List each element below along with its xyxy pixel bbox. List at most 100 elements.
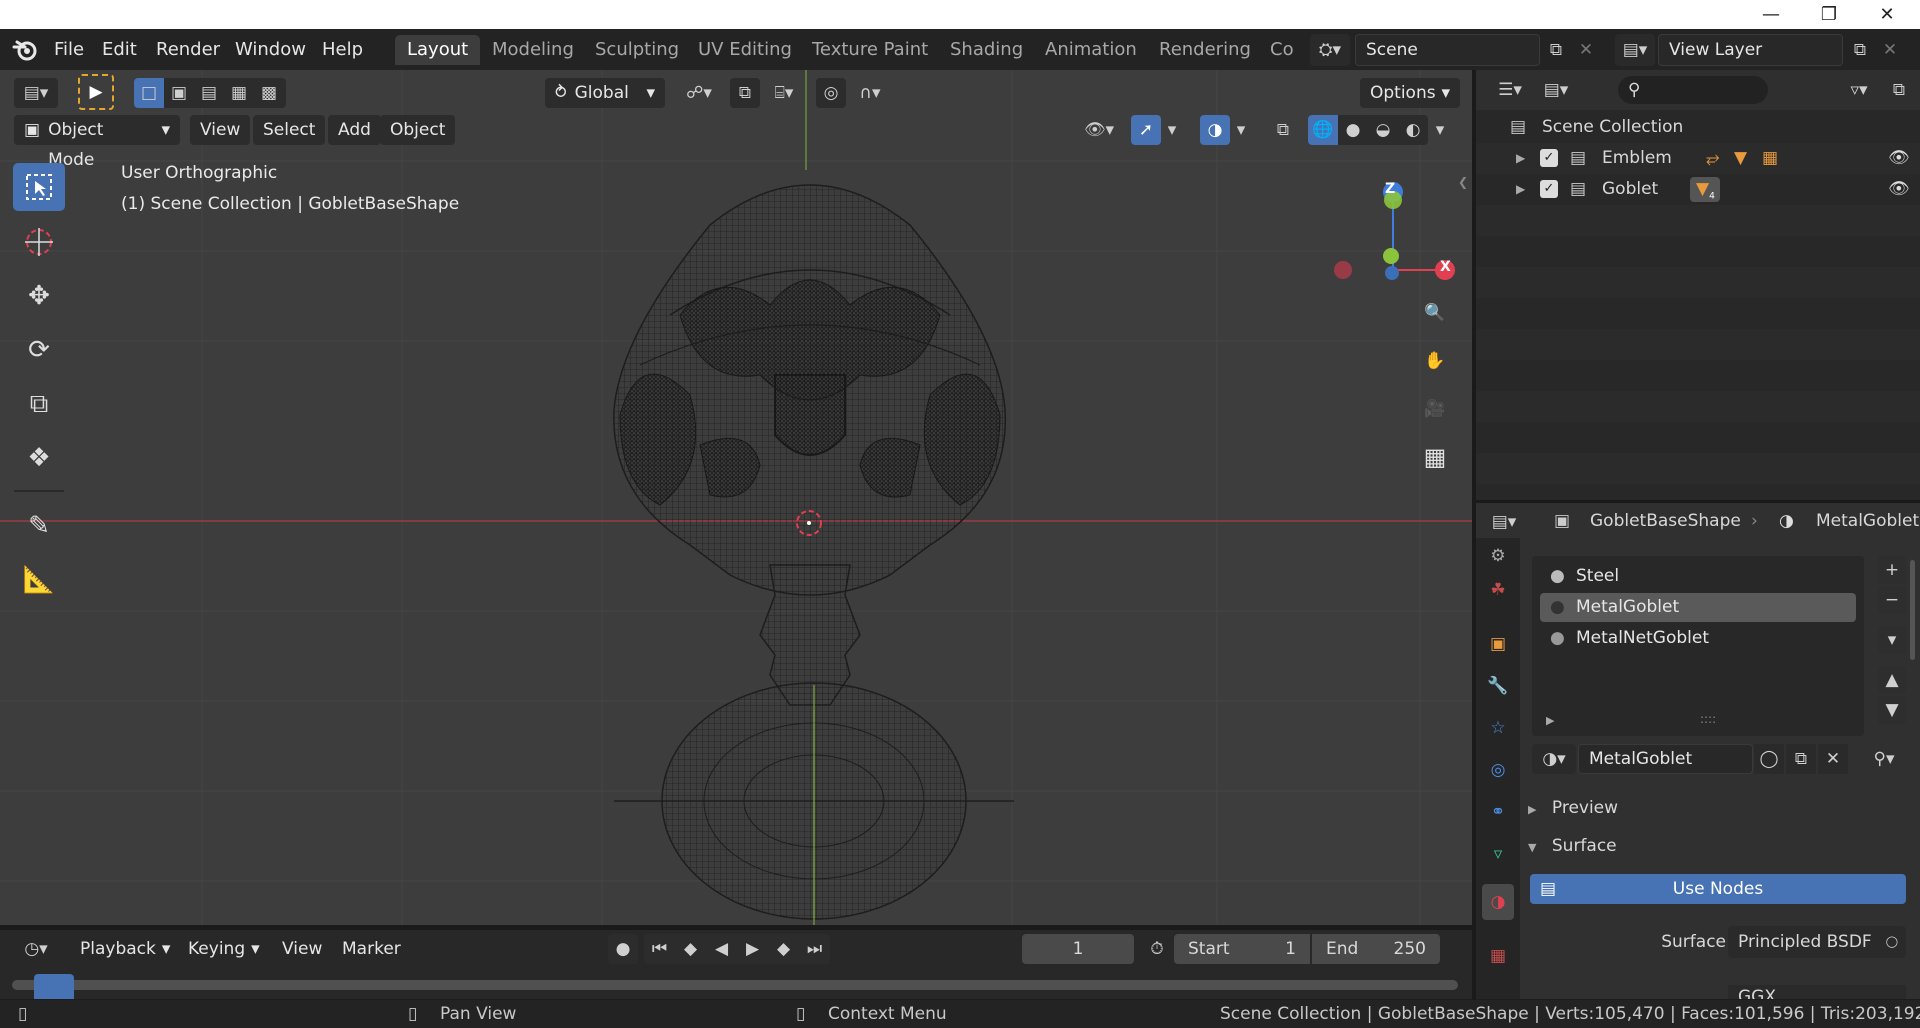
timeline-editor-type-icon[interactable]: ◷▾	[14, 934, 58, 964]
tool-settings-icon[interactable]: ▶	[78, 74, 114, 110]
preview-range-icon[interactable]: ⏱	[1142, 934, 1172, 964]
menu-file[interactable]: File	[46, 37, 92, 63]
surface-shader-dropdown[interactable]: Principled BSDF ◯	[1728, 926, 1906, 958]
display-mode-icon[interactable]: ▤▾	[1536, 76, 1576, 104]
3d-viewport[interactable]: ▤▾ ▶ □ ▣ ▤ ▦ ▩ ⥁ Global ▾ ☍▾ ⧉ ⌸▾ ◎ ∩▾ O…	[0, 70, 1472, 925]
solid-shading-icon[interactable]: ●	[1338, 115, 1368, 145]
jump-end-icon[interactable]: ⏭	[799, 934, 830, 964]
pan-hand-icon[interactable]: ✋	[1414, 340, 1456, 382]
move-tool-icon[interactable]: ✥	[13, 272, 65, 320]
play-icon[interactable]: ▶	[737, 934, 768, 964]
select-box-tool[interactable]	[13, 163, 65, 211]
tab-animation[interactable]: Animation	[1033, 35, 1149, 65]
slot-specials-icon[interactable]: ▾	[1878, 626, 1906, 654]
list-resize-handle[interactable]: ::::	[1700, 712, 1716, 726]
view-layer-name-field[interactable]: View Layer	[1658, 34, 1843, 66]
gizmo-y-axis[interactable]	[1383, 248, 1399, 264]
zoom-icon[interactable]: 🔍	[1414, 292, 1456, 334]
view-layer-selector-icon[interactable]: ▤▾	[1615, 34, 1655, 66]
snap-toggle-icon[interactable]: ⧉	[730, 78, 760, 108]
add-slot-icon[interactable]: +	[1878, 556, 1906, 584]
distribution-dropdown[interactable]: GGX	[1728, 985, 1906, 999]
texture-tab-icon[interactable]: ▦	[1482, 938, 1514, 974]
outliner-row-goblet[interactable]: ▶ ✓ ▤ Goblet ▼4 👁	[1476, 174, 1920, 205]
play-reverse-icon[interactable]: ◀	[706, 934, 737, 964]
delete-view-layer-icon[interactable]: ✕	[1876, 34, 1904, 66]
annotate-tool-icon[interactable]: ✎	[13, 502, 65, 550]
blender-logo-icon[interactable]	[10, 37, 40, 63]
expand-arrow-icon[interactable]: ▶	[1516, 143, 1525, 174]
timeline-scrollbar[interactable]	[12, 980, 1458, 990]
pivot-point-icon[interactable]: ☍▾	[678, 78, 720, 108]
new-material-icon[interactable]: ⧉	[1786, 744, 1816, 774]
use-nodes-button[interactable]: ▤ Use Nodes	[1530, 874, 1906, 904]
scene-name-field[interactable]: Scene	[1355, 34, 1540, 66]
visibility-icon[interactable]: 👁▾	[1078, 115, 1120, 145]
rotate-tool-icon[interactable]: ⟳	[13, 326, 65, 374]
tab-modeling[interactable]: Modeling	[480, 35, 586, 65]
xray-toggle-icon[interactable]: ⧉	[1268, 115, 1298, 145]
proportional-editing-icon[interactable]: ◎	[816, 78, 846, 108]
outliner-row-emblem[interactable]: ▶ ✓ ▤ Emblem ⥂ ▼ ▦ 👁	[1476, 143, 1920, 174]
modifier-tab-icon[interactable]: 🔧	[1482, 668, 1514, 704]
outliner-row-scene-collection[interactable]: ▤ Scene Collection	[1476, 112, 1920, 143]
delete-scene-icon[interactable]: ✕	[1572, 34, 1600, 66]
close-icon[interactable]: ✕	[1858, 0, 1916, 29]
scene-selector-icon[interactable]: ⛭▾	[1310, 34, 1350, 66]
viewport-menu-add[interactable]: Add	[328, 115, 381, 145]
duplicate-scene-icon[interactable]: ⧉	[1542, 34, 1570, 66]
tab-uv-editing[interactable]: UV Editing	[686, 35, 804, 65]
scale-tool-icon[interactable]: ⧉	[13, 380, 65, 428]
record-icon[interactable]: ●	[608, 934, 638, 964]
unlink-material-icon[interactable]: ✕	[1818, 744, 1848, 774]
current-frame-field[interactable]: 1	[1022, 934, 1134, 964]
overlays-toggle-icon[interactable]: ◑	[1200, 115, 1230, 145]
minimize-icon[interactable]: —	[1742, 0, 1800, 29]
filter-icon[interactable]: ▿▾	[1838, 76, 1880, 104]
menu-help[interactable]: Help	[314, 37, 371, 63]
tab-texture-paint[interactable]: Texture Paint	[800, 35, 940, 65]
transform-tool-icon[interactable]: ❖	[13, 434, 65, 482]
surface-panel-header[interactable]: ▼ Surface	[1528, 830, 1908, 862]
gizmo-dropdown-icon[interactable]: ▾	[1162, 115, 1182, 145]
material-slot-metalgoblet[interactable]: ● MetalGoblet	[1540, 593, 1856, 622]
select-new-icon[interactable]: □	[134, 78, 164, 108]
overlays-dropdown-icon[interactable]: ▾	[1231, 115, 1251, 145]
object-tab-icon[interactable]: ▣	[1482, 626, 1514, 662]
new-collection-icon[interactable]: ⧉	[1884, 76, 1914, 104]
properties-editor-type-icon[interactable]: ▤▾	[1484, 509, 1524, 535]
shading-dropdown-icon[interactable]: ▾	[1430, 115, 1450, 145]
menu-edit[interactable]: Edit	[94, 37, 145, 63]
timeline-menu-marker[interactable]: Marker	[332, 934, 411, 964]
node-tree-icon[interactable]: ⚲▾	[1860, 744, 1908, 774]
editor-type-icon[interactable]: ▤▾	[14, 78, 58, 108]
data-tab-icon[interactable]: ▿	[1482, 836, 1514, 872]
outliner-editor-type-icon[interactable]: ☰▾	[1490, 76, 1530, 104]
snap-target-icon[interactable]: ⌸▾	[762, 78, 806, 108]
constraints-tab-icon[interactable]: ⚭	[1482, 794, 1514, 830]
particles-tab-icon[interactable]: ☆	[1482, 710, 1514, 746]
rendered-shading-icon[interactable]: ◐	[1398, 115, 1428, 145]
gizmo-toggle-icon[interactable]: ➚	[1131, 115, 1161, 145]
physics-tab-icon[interactable]: ◎	[1482, 752, 1514, 788]
prev-keyframe-icon[interactable]: ◆	[675, 934, 706, 964]
fake-user-icon[interactable]: ◯	[1754, 744, 1784, 774]
menu-window[interactable]: Window	[227, 37, 314, 63]
expand-arrow-icon[interactable]: ▶	[1546, 714, 1554, 727]
goblet-wireframe[interactable]	[600, 165, 1020, 935]
move-slot-down-icon[interactable]: ▼	[1878, 696, 1906, 724]
outliner-search-input[interactable]: ⚲	[1618, 76, 1768, 104]
material-slot-metalnetgoblet[interactable]: ● MetalNetGoblet	[1540, 624, 1856, 653]
end-frame-field[interactable]: End 250	[1312, 934, 1440, 964]
properties-scrollbar[interactable]	[1910, 560, 1915, 660]
next-keyframe-icon[interactable]: ◆	[768, 934, 799, 964]
object-mode-dropdown[interactable]: ▣ Object Mode ▾	[14, 115, 180, 170]
move-slot-up-icon[interactable]: ▲	[1878, 666, 1906, 694]
cursor-tool-icon[interactable]	[13, 218, 65, 266]
select-invert-icon[interactable]: ▦	[224, 78, 254, 108]
include-checkbox[interactable]: ✓	[1540, 149, 1558, 167]
include-checkbox[interactable]: ✓	[1540, 180, 1558, 198]
select-subtract-icon[interactable]: ▤	[194, 78, 224, 108]
preview-panel-header[interactable]: ▶ Preview	[1528, 792, 1908, 824]
timeline-menu-playback[interactable]: Playback ▾	[70, 934, 180, 964]
